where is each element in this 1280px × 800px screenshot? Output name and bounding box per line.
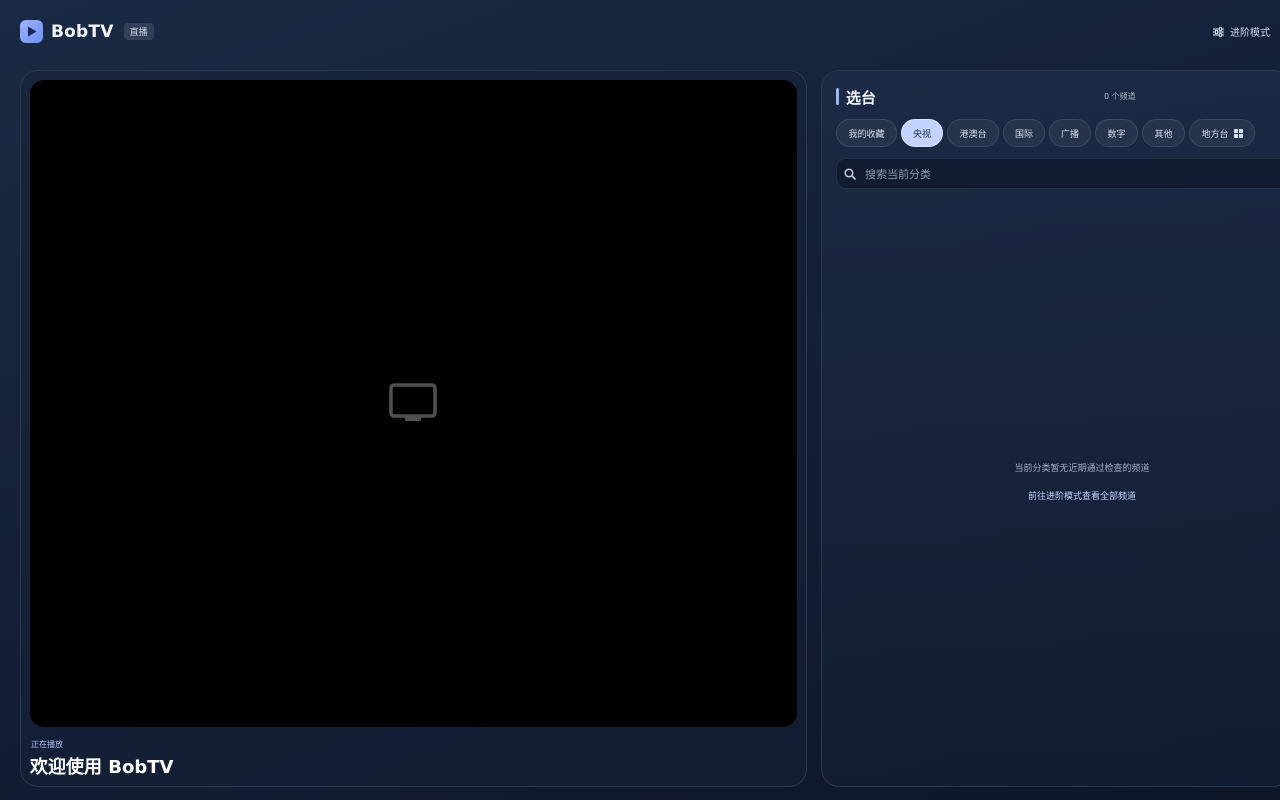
tab-label: 广播 [1060, 129, 1079, 140]
play-icon [20, 20, 43, 43]
tv-icon [389, 383, 437, 421]
sliders-icon [1213, 26, 1224, 37]
tab-favorites[interactable]: 我的收藏 [836, 119, 897, 147]
tab-label: 我的收藏 [848, 129, 885, 140]
search-icon [844, 168, 856, 180]
now-playing-label: 正在播放 [31, 740, 63, 749]
go-advanced-mode-link[interactable]: 前往进阶模式查看全部频道 [822, 489, 1280, 502]
tab-international[interactable]: 国际 [1003, 119, 1045, 147]
app-header: BobTV 直播 进阶模式 [0, 0, 1280, 62]
tab-label: 其他 [1154, 129, 1173, 140]
title-accent-bar [836, 88, 839, 105]
tab-other[interactable]: 其他 [1142, 119, 1185, 147]
channel-panel: 选台 0 个频道 我的收藏 央视 港澳台 国际 广播 数字 其他 地方台 搜索当… [821, 70, 1280, 787]
live-badge: 直播 [123, 23, 154, 40]
channel-count: 0 个频道 [1104, 92, 1136, 101]
tab-label: 国际 [1014, 129, 1033, 140]
tab-digital[interactable]: 数字 [1095, 119, 1138, 147]
tab-label: 地方台 [1201, 129, 1229, 140]
brand-name: BobTV [51, 21, 114, 42]
tab-radio[interactable]: 广播 [1049, 119, 1091, 147]
grid-icon [1233, 128, 1243, 138]
brand[interactable]: BobTV 直播 [20, 20, 154, 43]
advanced-mode-button[interactable]: 进阶模式 [1213, 24, 1270, 39]
tab-cctv[interactable]: 央视 [901, 119, 943, 147]
empty-state-message: 当前分类暂无近期通过检查的频道 [1014, 464, 1150, 474]
search-box [836, 158, 1280, 190]
tab-hk-macau-taiwan[interactable]: 港澳台 [947, 119, 999, 147]
panel-title: 选台 [846, 89, 877, 107]
now-playing-title: 欢迎使用 BobTV [30, 757, 174, 778]
tab-local[interactable]: 地方台 [1189, 119, 1255, 147]
search-input[interactable] [865, 159, 1265, 190]
tab-label: 数字 [1107, 129, 1126, 140]
tab-label: 央视 [912, 129, 931, 140]
video-player[interactable] [30, 80, 797, 727]
advanced-mode-label: 进阶模式 [1230, 28, 1270, 39]
tab-label: 港澳台 [959, 129, 987, 140]
player-panel: 正在播放 欢迎使用 BobTV [20, 70, 807, 787]
